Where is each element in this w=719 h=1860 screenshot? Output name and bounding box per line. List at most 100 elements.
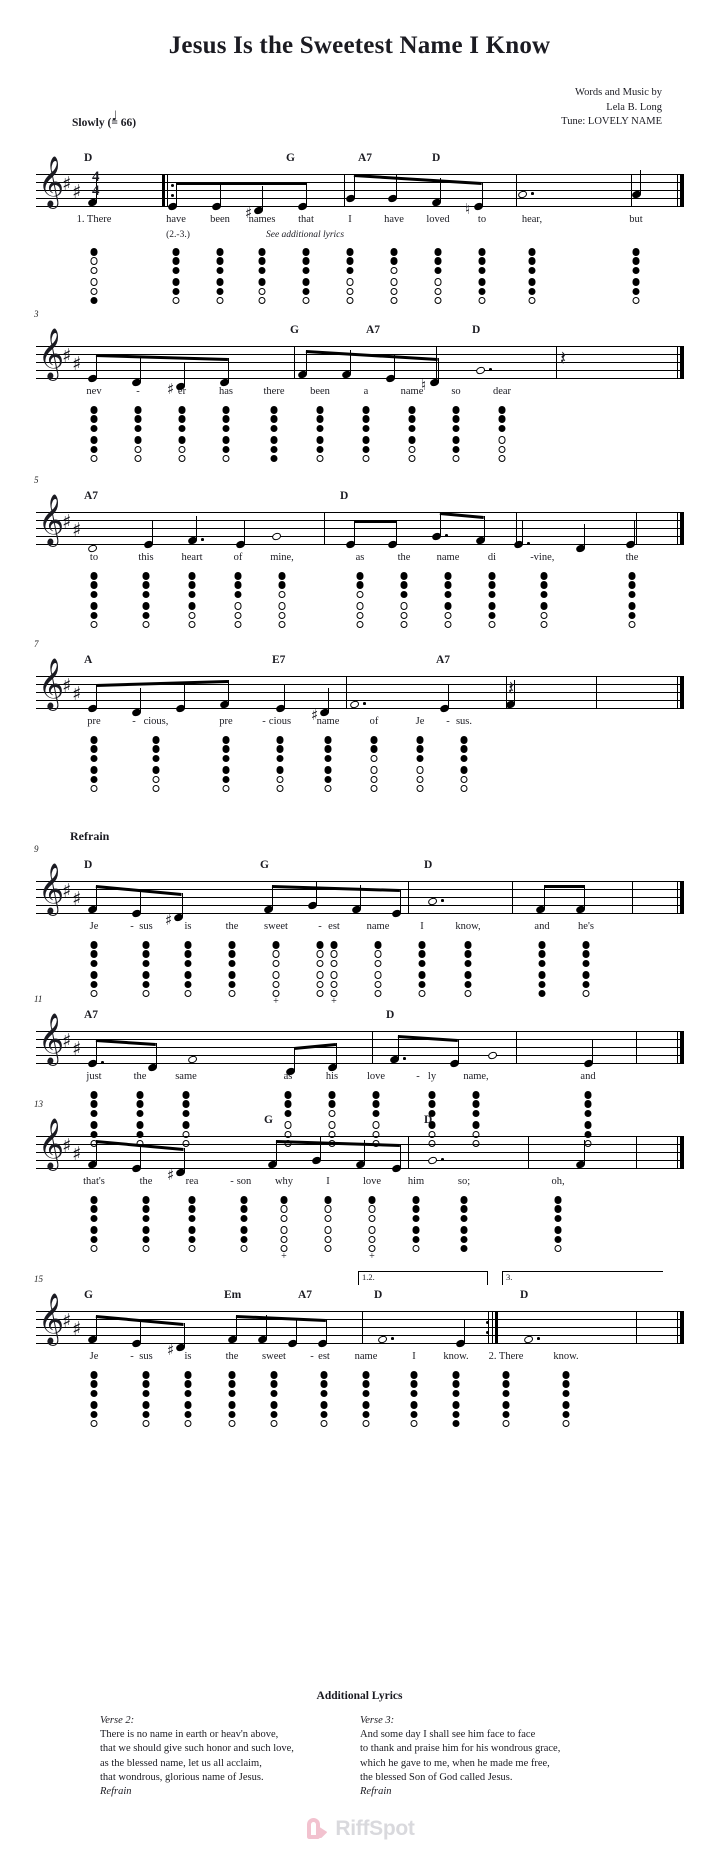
verse-2-refrain: Refrain <box>100 1786 132 1798</box>
note-stem <box>584 884 586 909</box>
fingering-diagram <box>141 1371 152 1429</box>
fingering-hole <box>172 287 180 296</box>
fingering-hole <box>478 266 486 275</box>
barline <box>677 1311 679 1344</box>
lyric-line: pre - cious, pre - cious name of Je - sus. <box>36 716 684 730</box>
fingering-hole <box>216 296 224 305</box>
fingering-hole <box>330 971 338 979</box>
fingering-hole <box>90 1091 98 1099</box>
fingering-hole <box>328 1109 336 1118</box>
fingering-hole <box>152 775 160 784</box>
fingering-hole <box>346 257 354 265</box>
fingering-hole <box>90 1419 98 1428</box>
verse-cue-line: (2.-3.) See additional lyrics <box>36 230 684 244</box>
fingering-hole <box>90 1410 98 1419</box>
verse-3-line-2: to thank and praise him for his wondrous… <box>360 1743 561 1755</box>
fingering-hole <box>142 1244 150 1253</box>
augmentation-dot <box>531 192 534 195</box>
note-stem <box>96 1314 98 1339</box>
note-stem <box>140 888 142 913</box>
section-label-refrain: Refrain <box>70 829 110 843</box>
fingering-hole <box>316 941 324 949</box>
fingering-hole <box>362 424 370 433</box>
fingering-hole <box>362 454 370 463</box>
lyric-syllable: names <box>248 214 276 225</box>
fingering-hole <box>472 1109 480 1118</box>
fingering-hole <box>188 620 196 629</box>
time-signature: 44 <box>92 169 100 199</box>
note-stem <box>184 361 186 386</box>
fingering-hole <box>222 454 230 463</box>
final-barline <box>680 1031 684 1064</box>
lyric-syllable: to <box>89 552 99 563</box>
note-stem <box>228 357 230 382</box>
fingering-hole <box>228 1410 236 1419</box>
fingering-hole <box>434 296 442 305</box>
fingering-hole <box>374 989 382 998</box>
barline <box>631 174 633 207</box>
fingering-hole <box>216 287 224 296</box>
measure-number: 15 <box>34 1274 43 1284</box>
verse-2-line-4: that wondrous, glorious name of Jesus. <box>100 1771 264 1783</box>
note-stem <box>584 1139 586 1164</box>
fingering-hole <box>90 266 98 275</box>
chord-symbol: A7 <box>358 152 373 164</box>
lyric-syllable: heart <box>181 552 203 563</box>
fingering-hole <box>554 1235 562 1244</box>
fingering-hole <box>584 1121 592 1129</box>
beam <box>353 173 482 186</box>
key-sharp-icon: ♯ <box>72 1038 82 1060</box>
octave-plus-marker: + <box>369 1251 375 1263</box>
fingering-hole <box>356 602 364 610</box>
lyric-syllable: name <box>316 716 340 727</box>
fingering-hole <box>172 278 180 286</box>
fingering-hole <box>324 1196 332 1204</box>
verse-3-refrain: Refrain <box>360 1786 392 1798</box>
fingering-hole <box>346 296 354 305</box>
fingering-hole <box>452 1371 460 1379</box>
fingering-hole <box>528 278 536 286</box>
fingering-hole <box>142 1371 150 1379</box>
fingering-diagram: + <box>279 1196 290 1262</box>
fingering-hole <box>134 445 142 454</box>
barline <box>636 1031 638 1064</box>
fingering-hole <box>374 971 382 979</box>
fingering-hole <box>464 980 472 989</box>
fingering-hole <box>434 287 442 296</box>
chord-symbol: D <box>340 490 349 502</box>
beam <box>96 679 229 688</box>
fingering-hole <box>452 1401 460 1409</box>
fingering-hole <box>222 754 230 763</box>
verse-cue-note: See additional lyrics <box>266 230 345 240</box>
fingering-hole <box>584 1109 592 1118</box>
fingering-hole <box>90 620 98 629</box>
fingering-hole <box>628 590 636 599</box>
fingering-hole <box>324 784 332 793</box>
augmentation-dot <box>201 538 204 541</box>
chord-symbol: A7 <box>84 490 99 502</box>
note-stem <box>320 1135 322 1160</box>
fingering-hole <box>418 980 426 989</box>
fingering-diagram <box>369 736 380 794</box>
credits-line-2: Lela B. Long <box>606 101 662 113</box>
fingering-hole <box>172 266 180 275</box>
fingering-hole <box>90 775 98 784</box>
augmentation-dot <box>101 1061 104 1064</box>
fingering-hole <box>562 1371 570 1379</box>
lyric-syllable: oh, <box>551 1176 565 1187</box>
lyric-syllable: pre <box>219 716 233 727</box>
fingering-hole <box>488 611 496 620</box>
fingering-hole <box>152 736 160 744</box>
fingering-hole <box>316 989 324 998</box>
fingering-hole <box>90 1100 98 1108</box>
fingering-diagram <box>527 248 538 306</box>
fingering-hole <box>452 1389 460 1398</box>
fingering-hole <box>142 611 150 620</box>
fingering-hole <box>372 1100 380 1108</box>
fingering-hole <box>188 590 196 599</box>
fingering-hole <box>272 980 280 989</box>
lyric-syllable: di <box>487 552 497 563</box>
final-barline <box>680 174 684 207</box>
augmentation-dot <box>403 1057 406 1060</box>
fingering-chart-row <box>36 1371 684 1428</box>
